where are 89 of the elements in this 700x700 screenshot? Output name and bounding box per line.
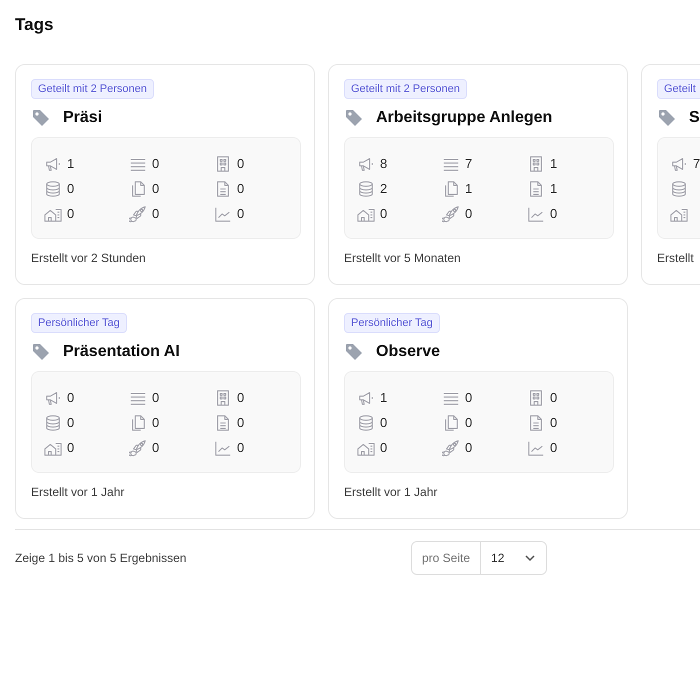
stat-count: 2 xyxy=(380,181,388,196)
stat-count: 0 xyxy=(152,206,160,221)
copy-icon xyxy=(442,180,460,198)
stat-count: 0 xyxy=(380,440,388,455)
chart-icon xyxy=(527,204,545,222)
stat-count: 0 xyxy=(152,415,160,430)
tag-name: Präsentation AI xyxy=(63,343,180,361)
tag-name: Observe xyxy=(376,343,440,361)
created-time: Erstellt xyxy=(657,251,694,265)
created-time: Erstellt vor 1 Jahr xyxy=(344,485,438,499)
tag-name: Präsi xyxy=(63,109,102,127)
database-icon xyxy=(670,180,688,198)
stat-count: 0 xyxy=(152,156,160,171)
stat-count: 0 xyxy=(550,440,558,455)
stat-count: 1 xyxy=(380,390,388,405)
stat-count: 0 xyxy=(380,206,388,221)
stat-count: 0 xyxy=(550,390,558,405)
stat-count: 0 xyxy=(550,206,558,221)
stat-count: 0 xyxy=(465,415,472,430)
building-icon xyxy=(527,388,545,406)
stat-count: 0 xyxy=(465,206,472,221)
stat-count: 1 xyxy=(550,156,558,171)
chart-icon xyxy=(527,438,545,456)
tag-name: Arbeitsgruppe Anlegen xyxy=(376,109,552,127)
rocket-icon xyxy=(129,204,147,222)
sharing-badge: Geteilt mit 2 Personen xyxy=(31,79,154,99)
document-icon xyxy=(214,414,232,432)
sharing-badge: Geteilt mit 2 Personen xyxy=(344,79,467,99)
stat-count: 0 xyxy=(237,156,244,171)
created-time: Erstellt vor 5 Monaten xyxy=(344,251,461,265)
document-icon xyxy=(527,180,545,198)
stat-count: 0 xyxy=(237,181,244,196)
database-icon xyxy=(357,180,375,198)
building-icon xyxy=(527,154,545,172)
stat-count: 0 xyxy=(237,206,244,221)
stat-count: 0 xyxy=(550,415,558,430)
stat-count: 0 xyxy=(152,390,160,405)
document-icon xyxy=(214,180,232,198)
tag-card[interactable]: Geteilt mit 2 Personen Arbeitsgruppe Anlegen 8 7 1 2 1 1 0 0 0 Erstellt vor 5 Monaten xyxy=(328,64,628,285)
copy-icon xyxy=(129,414,147,432)
stat-count: 0 xyxy=(67,440,74,455)
tag-card[interactable]: Geteilt S 7 Erstellt xyxy=(641,64,700,285)
tag-icon xyxy=(31,108,51,128)
rocket-icon xyxy=(442,438,460,456)
database-icon xyxy=(357,414,375,432)
stat-count: 0 xyxy=(380,415,388,430)
rocket-icon xyxy=(129,438,147,456)
stat-count: 0 xyxy=(67,206,74,221)
stat-count: 0 xyxy=(237,390,244,405)
copy-icon xyxy=(129,180,147,198)
tag-icon xyxy=(31,342,51,362)
copy-icon xyxy=(442,414,460,432)
tag-icon xyxy=(344,342,364,362)
stat-count: 0 xyxy=(152,181,160,196)
stat-count: 1 xyxy=(550,181,558,196)
building-icon xyxy=(214,388,232,406)
stat-count: 7 xyxy=(465,156,472,171)
stat-count: 0 xyxy=(237,415,244,430)
tag-name: S xyxy=(689,109,700,127)
chart-icon xyxy=(214,438,232,456)
results-summary: Zeige 1 bis 5 von 5 Ergebnissen xyxy=(15,551,188,565)
tag-icon xyxy=(344,108,364,128)
tag-icon xyxy=(657,108,677,128)
chart-icon xyxy=(214,204,232,222)
stat-count: 1 xyxy=(67,156,74,171)
sharing-badge: Geteilt xyxy=(657,79,700,99)
stat-count: 1 xyxy=(465,181,472,196)
created-time: Erstellt vor 2 Stunden xyxy=(31,251,146,265)
stat-count: 0 xyxy=(67,181,74,196)
stat-count: 8 xyxy=(380,156,388,171)
stat-count: 7 xyxy=(693,156,700,171)
stat-count: 0 xyxy=(465,440,472,455)
created-time: Erstellt vor 1 Jahr xyxy=(31,485,124,499)
sharing-badge: Persönlicher Tag xyxy=(31,313,127,333)
tag-card[interactable]: Geteilt mit 2 Personen Präsi 1 0 0 0 0 0 0 0 0 Erstellt vor 2 Stunden xyxy=(15,64,315,285)
stat-count: 0 xyxy=(67,415,74,430)
document-icon xyxy=(527,414,545,432)
sharing-badge: Persönlicher Tag xyxy=(344,313,440,333)
database-icon xyxy=(44,180,62,198)
tag-card[interactable]: Persönlicher Tag Präsentation AI 0 0 0 0 0 0 0 0 0 Erstellt vor 1 Jahr xyxy=(15,298,315,519)
rocket-icon xyxy=(442,204,460,222)
stat-count: 0 xyxy=(67,390,74,405)
page-title: Tags xyxy=(14,14,54,36)
building-icon xyxy=(214,154,232,172)
tag-card[interactable]: Persönlicher Tag Observe 1 0 0 0 0 0 0 0 0 Erstellt vor 1 Jahr xyxy=(328,298,628,519)
stat-count: 0 xyxy=(237,440,244,455)
stat-count: 0 xyxy=(152,440,160,455)
stat-count: 0 xyxy=(465,390,472,405)
database-icon xyxy=(44,414,62,432)
